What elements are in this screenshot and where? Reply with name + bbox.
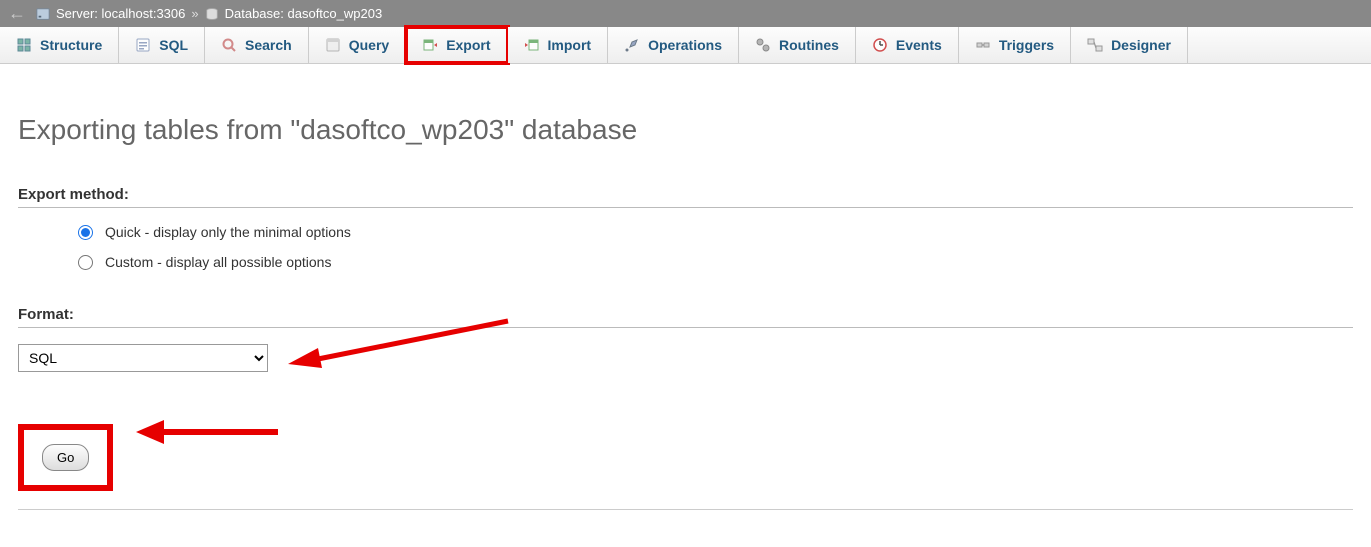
sql-icon — [135, 37, 151, 53]
breadcrumb-server-value: localhost:3306 — [102, 6, 186, 21]
tab-label: SQL — [159, 37, 188, 53]
tab-events[interactable]: Events — [856, 27, 959, 63]
format-section: Format: SQL — [18, 306, 1353, 384]
radio-custom[interactable] — [78, 255, 93, 270]
breadcrumb-db-value: dasoftco_wp203 — [288, 6, 383, 21]
breadcrumb-db-link[interactable]: Database: dasoftco_wp203 — [225, 6, 383, 21]
database-icon — [205, 7, 219, 21]
annotation-arrow-icon — [128, 412, 288, 452]
radio-quick-label: Quick - display only the minimal options — [105, 224, 351, 240]
export-method-heading: Export method: — [18, 186, 1353, 208]
tab-label: Export — [446, 37, 490, 53]
export-icon — [422, 37, 438, 53]
tab-label: Triggers — [999, 37, 1054, 53]
radio-quick[interactable] — [78, 225, 93, 240]
export-method-section: Export method: Quick - display only the … — [18, 186, 1353, 282]
tab-triggers[interactable]: Triggers — [959, 27, 1071, 63]
tab-bar: Structure SQL Search Query Export Import — [0, 27, 1371, 64]
triggers-icon — [975, 37, 991, 53]
page-title: Exporting tables from "dasoftco_wp203" d… — [18, 114, 1353, 146]
search-icon — [221, 37, 237, 53]
tab-label: Structure — [40, 37, 102, 53]
breadcrumb-server-link[interactable]: Server: localhost:3306 — [56, 6, 185, 21]
tab-sql[interactable]: SQL — [119, 27, 205, 63]
breadcrumb-separator: » — [191, 6, 198, 21]
tab-import[interactable]: Import — [508, 27, 609, 63]
format-select[interactable]: SQL — [18, 344, 268, 372]
breadcrumb: ← Server: localhost:3306 » Database: das… — [0, 0, 1371, 27]
radio-custom-label: Custom - display all possible options — [105, 254, 331, 270]
tab-designer[interactable]: Designer — [1071, 27, 1188, 63]
tab-label: Search — [245, 37, 292, 53]
designer-icon — [1087, 37, 1103, 53]
tab-routines[interactable]: Routines — [739, 27, 856, 63]
breadcrumb-db-label: Database: — [225, 6, 284, 21]
tab-label: Events — [896, 37, 942, 53]
go-button-highlight: Go — [18, 424, 113, 491]
tab-label: Operations — [648, 37, 722, 53]
structure-icon — [16, 37, 32, 53]
query-icon — [325, 37, 341, 53]
tab-label: Import — [548, 37, 592, 53]
routines-icon — [755, 37, 771, 53]
main-content: Exporting tables from "dasoftco_wp203" d… — [0, 64, 1371, 530]
server-icon — [36, 7, 50, 21]
tab-query[interactable]: Query — [309, 27, 406, 63]
tab-structure[interactable]: Structure — [0, 27, 119, 63]
events-icon — [872, 37, 888, 53]
tab-label: Query — [349, 37, 389, 53]
radio-custom-row[interactable]: Custom - display all possible options — [78, 254, 1353, 270]
breadcrumb-server-label: Server: — [56, 6, 98, 21]
tab-search[interactable]: Search — [205, 27, 309, 63]
back-arrow-icon[interactable]: ← — [8, 3, 26, 24]
bottom-divider — [18, 509, 1353, 510]
radio-quick-row[interactable]: Quick - display only the minimal options — [78, 224, 1353, 240]
go-button[interactable]: Go — [42, 444, 89, 471]
tab-operations[interactable]: Operations — [608, 27, 739, 63]
tab-label: Routines — [779, 37, 839, 53]
tab-export[interactable]: Export — [406, 27, 507, 63]
operations-icon — [624, 37, 640, 53]
tab-label: Designer — [1111, 37, 1171, 53]
import-icon — [524, 37, 540, 53]
format-heading: Format: — [18, 306, 1353, 328]
